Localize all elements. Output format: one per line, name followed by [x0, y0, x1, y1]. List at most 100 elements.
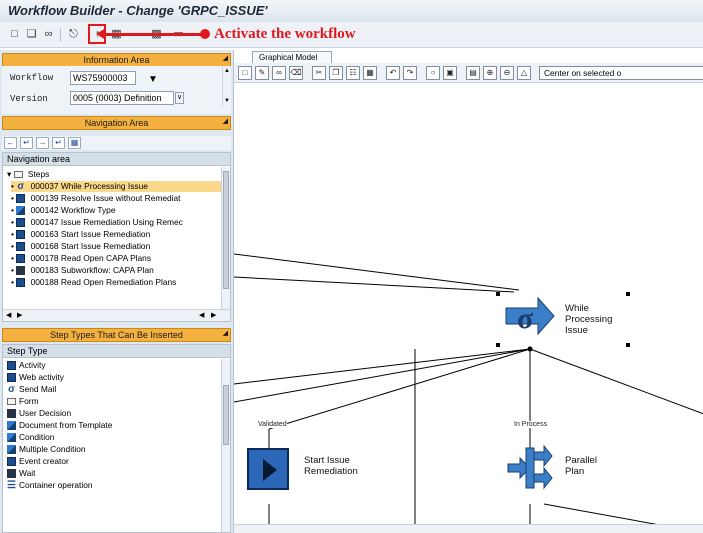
delete-icon[interactable]: ⌫	[289, 66, 303, 80]
scroll-down-icon[interactable]: ▼	[224, 98, 230, 104]
new-icon[interactable]: □	[8, 28, 21, 41]
version-dropdown-icon[interactable]: ∨	[175, 92, 184, 104]
activity-icon	[16, 254, 26, 264]
selection-handle[interactable]	[626, 343, 630, 347]
new-icon[interactable]: □	[238, 66, 252, 80]
fork-icon[interactable]	[506, 444, 554, 492]
arrow-tail-dot	[200, 29, 210, 39]
step-types-title: Step Types That Can Be Inserted	[50, 330, 183, 340]
tree-item-000168[interactable]: • 000168 Start Issue Remediation	[11, 241, 221, 252]
tree-hscrollbar[interactable]: ◀ ▶ ◀ ▶	[3, 309, 230, 321]
step-type-container-operation[interactable]: ☰ Container operation	[7, 480, 93, 491]
dropdown-arrow-icon[interactable]: ▼	[148, 74, 158, 85]
tree-item-label: 000183 Subworkflow: CAPA Plan	[30, 265, 154, 275]
step-types-scrollbar[interactable]	[221, 359, 230, 532]
scroll-up-icon[interactable]: ▲	[224, 68, 230, 74]
document-icon	[7, 421, 16, 431]
step-type-user-decision[interactable]: User Decision	[7, 408, 71, 419]
tree-item-000037[interactable]: • σ 000037 While Processing Issue	[11, 181, 221, 192]
edit-icon[interactable]: ✎	[255, 66, 269, 80]
tree-item-label: 000188 Read Open Remediation Plans	[30, 277, 177, 287]
zoom-in-icon[interactable]: ⊕	[483, 66, 497, 80]
edge-label-validated: Validated	[258, 421, 287, 428]
step-type-multiple-condition[interactable]: Multiple Condition	[7, 444, 86, 455]
step-type-label: User Decision	[19, 408, 72, 418]
tree-item-000183[interactable]: • 000183 Subworkflow: CAPA Plan	[11, 265, 221, 276]
step-type-activity[interactable]: Activity	[7, 360, 46, 371]
node-label-line: While	[565, 303, 589, 314]
workflow-canvas[interactable]: σ While Processing Issue Validated In Pr…	[234, 84, 703, 533]
edge-label-in-process: In Process	[514, 421, 548, 428]
selection-handle[interactable]	[496, 343, 500, 347]
layout-icon[interactable]: ▤	[466, 66, 480, 80]
hierarchy-icon[interactable]: ▦	[68, 137, 81, 149]
link-icon[interactable]: ∞	[272, 66, 286, 80]
tree-item-000142[interactable]: • 000142 Workflow Type	[11, 205, 221, 216]
arrow-head-icon	[96, 28, 106, 40]
tree-item-000147[interactable]: • 000147 Issue Remediation Using Remec	[11, 217, 221, 228]
workflow-field[interactable]: WS75900003	[70, 71, 136, 85]
center-selected-button[interactable]: Center on selected o	[539, 66, 703, 80]
tree-root-steps[interactable]: ▾ Steps	[7, 169, 49, 180]
scroll-thumb[interactable]	[223, 171, 229, 289]
redo-icon[interactable]: ↷	[403, 66, 417, 80]
version-select[interactable]: 0005 (0003) Definition	[70, 91, 174, 105]
tree-scrollbar[interactable]	[221, 167, 230, 309]
information-area-header[interactable]: Information Area ◢	[2, 53, 231, 67]
corner-down-icon[interactable]: ↵	[52, 137, 65, 149]
tree-item-label: 000139 Resolve Issue without Remediat	[30, 193, 181, 203]
loop-icon[interactable]: σ	[504, 296, 556, 340]
cut-icon[interactable]: ✂	[312, 66, 326, 80]
node-icon[interactable]: ○	[426, 66, 440, 80]
zoom-out-icon[interactable]: ⊖	[500, 66, 514, 80]
canvas-hscrollbar[interactable]	[234, 524, 703, 533]
step-types-header[interactable]: Step Types That Can Be Inserted ◢	[2, 328, 231, 342]
information-area: Workflow WS75900003 ▼ Version 0005 (0003…	[2, 66, 231, 114]
open-icon[interactable]: ❏	[25, 28, 38, 41]
navigation-area-title: Navigation Area	[84, 118, 149, 128]
step-type-send-mail[interactable]: σ Send Mail	[7, 384, 56, 395]
step-type-label: Wait	[19, 468, 36, 478]
step-type-web-activity[interactable]: Web activity	[7, 372, 64, 383]
scroll-right-icon[interactable]: ▶	[211, 311, 216, 319]
corner-down-icon[interactable]: ↵	[20, 137, 33, 149]
paste-icon[interactable]: ☷	[346, 66, 360, 80]
step-type-document[interactable]: Document from Template	[7, 420, 112, 431]
multiple-condition-icon	[7, 445, 16, 455]
scroll-left-icon[interactable]: ◀	[199, 311, 204, 319]
step-type-form[interactable]: Form	[7, 396, 39, 407]
fit-icon[interactable]: △	[517, 66, 531, 80]
info-scrollbar[interactable]: ▲ ▼	[222, 66, 231, 106]
step-type-event-creator[interactable]: Event creator	[7, 456, 69, 467]
node-label-line: Issue	[565, 325, 588, 336]
selection-handle[interactable]	[496, 292, 500, 296]
step-type-condition[interactable]: Condition	[7, 432, 54, 443]
scroll-thumb[interactable]	[223, 385, 229, 445]
graphical-model-tab[interactable]: Graphical Model	[252, 51, 332, 63]
activity-icon[interactable]	[247, 448, 289, 490]
paste-block-icon[interactable]: ▦	[363, 66, 377, 80]
activity-icon	[7, 361, 16, 371]
tree-item-000139[interactable]: • 000139 Resolve Issue without Remediat	[11, 193, 221, 204]
corner-icon: ◢	[222, 330, 228, 337]
tree-item-000163[interactable]: • 000163 Start Issue Remediation	[11, 229, 221, 240]
tree-item-000178[interactable]: • 000178 Read Open CAPA Plans	[11, 253, 221, 264]
navigation-tree-header: Navigation area	[3, 153, 230, 166]
copy-icon[interactable]: ❐	[329, 66, 343, 80]
glasses-icon[interactable]: ∞	[42, 28, 55, 41]
tree-item-label: 000037 While Processing Issue	[30, 181, 148, 191]
back-icon[interactable]: ←	[4, 137, 17, 149]
navigation-area-header[interactable]: Navigation Area ◢	[2, 116, 231, 130]
step-type-column-header: Step Type	[3, 345, 230, 358]
hierarchy-icon[interactable]: ⎋	[67, 28, 80, 41]
step-type-wait[interactable]: Wait	[7, 468, 35, 479]
tree-icon[interactable]: ▣	[443, 66, 457, 80]
scroll-right-icon[interactable]: ▶	[17, 311, 22, 319]
scroll-left-icon[interactable]: ◀	[6, 311, 11, 319]
undo-icon[interactable]: ↶	[386, 66, 400, 80]
version-label: Version	[10, 94, 48, 104]
expand-icon[interactable]: ▾	[7, 169, 11, 179]
tree-item-000188[interactable]: • 000188 Read Open Remediation Plans	[11, 277, 221, 288]
selection-handle[interactable]	[626, 292, 630, 296]
forward-icon[interactable]: →	[36, 137, 49, 149]
